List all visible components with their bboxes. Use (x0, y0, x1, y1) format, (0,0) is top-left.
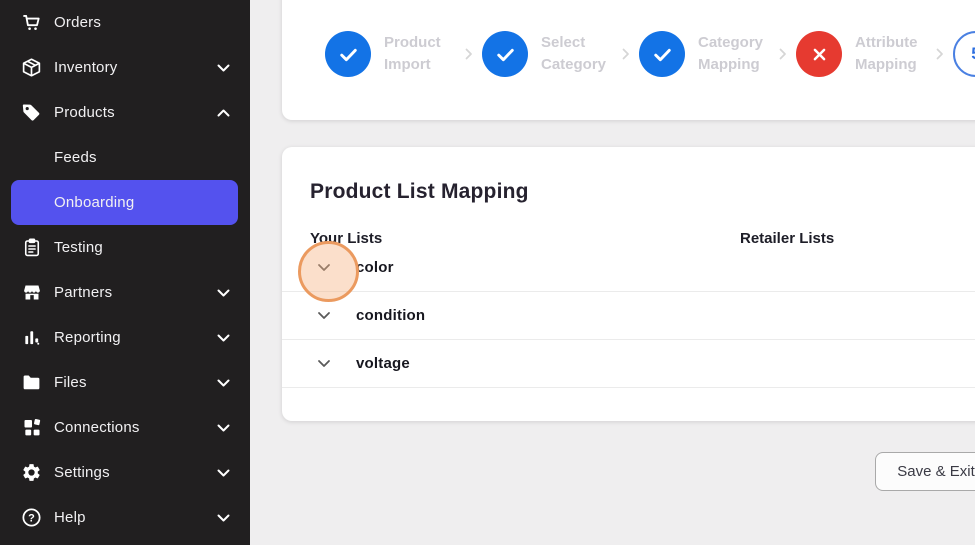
sidebar-item-partners[interactable]: Partners (0, 270, 250, 315)
save-exit-button[interactable]: Save & Exit (875, 452, 975, 491)
page-title: Product List Mapping (310, 180, 529, 204)
sidebar-item-help[interactable]: ? Help (0, 495, 250, 540)
chevron-down-icon (217, 289, 230, 297)
sidebar-item-connections[interactable]: Connections (0, 405, 250, 450)
sidebar-item-label: Reporting (54, 329, 217, 346)
sidebar-item-label: Onboarding (54, 194, 218, 211)
sidebar-item-label: Settings (54, 464, 217, 481)
list-row-label: color (356, 259, 394, 276)
step-select-category[interactable]: Select Category (482, 31, 613, 77)
list-row-label: condition (356, 307, 425, 324)
chevron-down-icon (217, 64, 230, 72)
sidebar-item-orders[interactable]: Orders (0, 0, 250, 45)
clipboard-icon (20, 236, 43, 259)
step-product-import[interactable]: Product Import (325, 31, 456, 77)
sidebar-item-settings[interactable]: Settings (0, 450, 250, 495)
chevron-down-icon (217, 424, 230, 432)
step-complete-check-icon (325, 31, 371, 77)
help-icon: ? (20, 506, 43, 529)
chevron-down-icon[interactable] (317, 311, 331, 320)
store-icon (20, 281, 43, 304)
sidebar-item-label: Partners (54, 284, 217, 301)
sidebar-item-label: Inventory (54, 59, 217, 76)
sidebar-item-label: Feeds (54, 149, 230, 166)
sidebar: Orders Inventory Products Feeds Onboardi… (0, 0, 250, 545)
sidebar-item-label: Testing (54, 239, 230, 256)
sidebar-item-feeds[interactable]: Feeds (0, 135, 250, 180)
step-error-x-icon (796, 31, 842, 77)
grid-icon (20, 416, 43, 439)
step-label: Product Import (384, 32, 456, 76)
step-5[interactable]: 5 (953, 31, 975, 77)
list-row-condition[interactable]: condition (282, 292, 975, 340)
folder-icon (20, 371, 43, 394)
sidebar-item-testing[interactable]: Testing (0, 225, 250, 270)
mapping-rows: color condition voltage (282, 244, 975, 388)
sidebar-item-label: Products (54, 104, 217, 121)
step-separator-chevron-icon (936, 48, 944, 60)
step-separator-chevron-icon (779, 48, 787, 60)
sidebar-item-files[interactable]: Files (0, 360, 250, 405)
cart-icon (20, 11, 43, 34)
sidebar-item-label: Orders (54, 14, 230, 31)
svg-text:?: ? (28, 512, 35, 524)
list-row-label: voltage (356, 355, 410, 372)
chevron-down-icon[interactable] (317, 263, 331, 272)
list-row-voltage[interactable]: voltage (282, 340, 975, 388)
chevron-down-icon (217, 469, 230, 477)
step-label: Select Category (541, 32, 613, 76)
tag-icon (20, 101, 43, 124)
sidebar-item-reporting[interactable]: Reporting (0, 315, 250, 360)
sidebar-item-products[interactable]: Products (0, 90, 250, 135)
chevron-down-icon (217, 379, 230, 387)
sidebar-item-onboarding[interactable]: Onboarding (11, 180, 238, 225)
step-complete-check-icon (639, 31, 685, 77)
list-row-color[interactable]: color (282, 244, 975, 292)
chevron-up-icon (217, 109, 230, 117)
step-separator-chevron-icon (622, 48, 630, 60)
step-separator-chevron-icon (465, 48, 473, 60)
step-label: Attribute Mapping (855, 32, 927, 76)
sidebar-item-label: Help (54, 509, 217, 526)
step-complete-check-icon (482, 31, 528, 77)
wizard-steps: Product Import Select Category Category … (325, 31, 975, 77)
box-icon (20, 56, 43, 79)
chevron-down-icon[interactable] (317, 359, 331, 368)
wizard-stepper-card: Product Import Select Category Category … (282, 0, 975, 120)
bar-chart-icon (20, 326, 43, 349)
sidebar-item-label: Files (54, 374, 217, 391)
chevron-down-icon (217, 334, 230, 342)
step-label: Category Mapping (698, 32, 770, 76)
chevron-down-icon (217, 514, 230, 522)
sidebar-item-label: Connections (54, 419, 217, 436)
step-number-badge: 5 (953, 31, 975, 77)
product-list-mapping-card: Product List Mapping Your Lists Retailer… (282, 147, 975, 421)
sidebar-item-inventory[interactable]: Inventory (0, 45, 250, 90)
step-attribute-mapping[interactable]: Attribute Mapping (796, 31, 927, 77)
step-category-mapping[interactable]: Category Mapping (639, 31, 770, 77)
gear-icon (20, 461, 43, 484)
